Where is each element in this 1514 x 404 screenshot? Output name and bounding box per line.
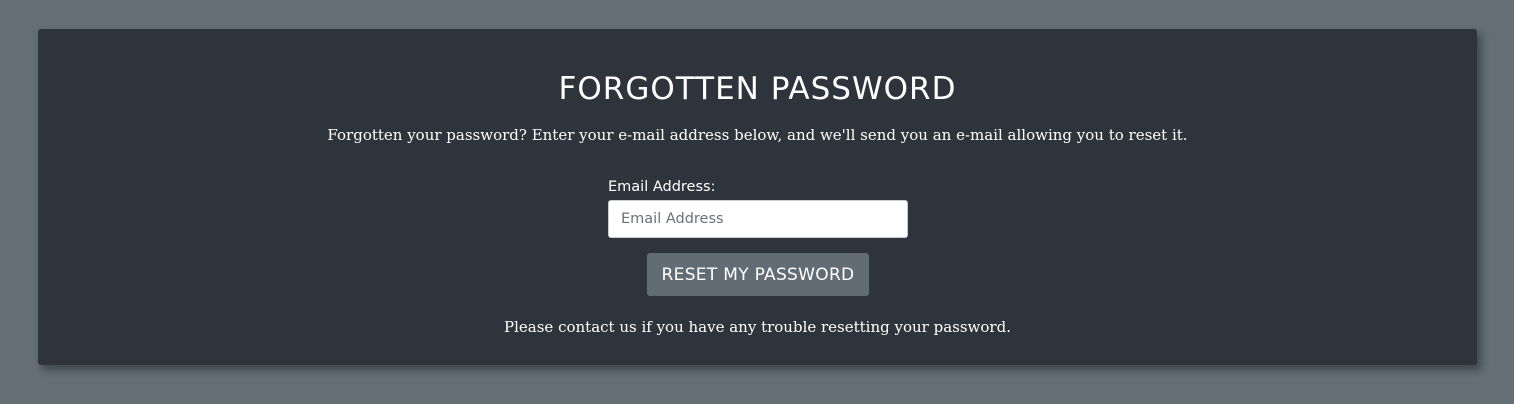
page-title: FORGOTTEN PASSWORD bbox=[558, 71, 957, 107]
email-label: Email Address: bbox=[608, 179, 716, 195]
intro-text: Forgotten your password? Enter your e-ma… bbox=[327, 126, 1188, 144]
email-input[interactable] bbox=[608, 200, 908, 238]
password-reset-form: Email Address: bbox=[608, 177, 908, 238]
help-text: Please contact us if you have any troubl… bbox=[504, 318, 1011, 336]
password-reset-card: FORGOTTEN PASSWORD Forgotten your passwo… bbox=[38, 29, 1477, 365]
reset-password-button[interactable]: RESET MY PASSWORD bbox=[647, 253, 869, 296]
